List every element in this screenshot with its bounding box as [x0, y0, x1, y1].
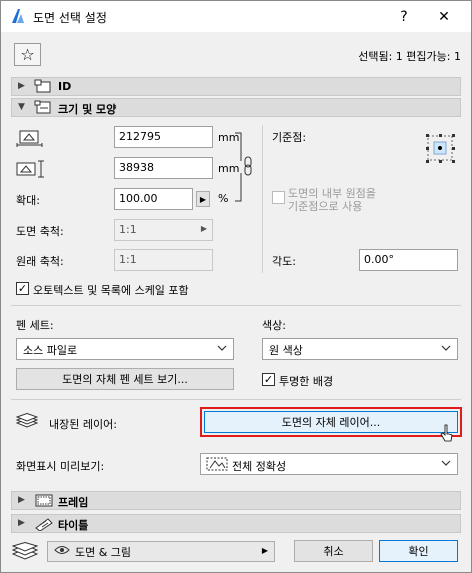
autotext-scale-label: 오토텍스트 및 목록에 스케일 포함: [33, 284, 189, 297]
preview-label: 화면표시 미리보기:: [16, 460, 105, 473]
pen-set-select[interactable]: 소스 파일로: [16, 338, 234, 360]
chevron-down-icon: [217, 343, 227, 353]
color-value: 원 색상: [269, 344, 303, 357]
section-size-shape-title: 크기 및 모양: [58, 103, 117, 116]
angle-input[interactable]: 0.00°: [359, 249, 458, 271]
section-id[interactable]: ▶ ID: [11, 77, 461, 96]
section-title[interactable]: ▶ 타이틀: [11, 514, 461, 533]
selection-count: 선택됨: 1 편집가능: 1: [358, 50, 461, 63]
section-frame-title: 프레임: [58, 496, 89, 509]
autotext-scale-checkbox[interactable]: ✓: [16, 282, 29, 295]
height-icon: [16, 160, 50, 181]
precision-icon: [206, 457, 228, 474]
frame-icon: [34, 493, 54, 508]
transparent-bg-checkbox[interactable]: ✓: [262, 373, 275, 386]
angle-label: 각도:: [272, 255, 296, 268]
scale-label: 확대:: [16, 194, 40, 207]
drawing-scale-select: 1:1 ▶: [114, 219, 213, 241]
proportion-lock-icon[interactable]: [233, 131, 255, 206]
original-scale-field: 1:1: [114, 249, 213, 271]
vertical-divider: [262, 125, 263, 273]
divider: [11, 305, 461, 306]
dialog-window: 도면 선택 설정 ? ✕ ☆ 선택됨: 1 편집가능: 1 ▶ ID ▼ 크기 …: [0, 0, 472, 573]
close-button[interactable]: ✕: [425, 1, 463, 32]
play-arrow-icon: ▶: [261, 546, 268, 555]
transparent-bg-label: 투명한 배경: [279, 375, 334, 388]
size-shape-icon: [34, 100, 54, 115]
archicad-logo-icon: [10, 8, 26, 24]
collapse-arrow-icon: ▼: [18, 102, 25, 112]
mouse-cursor-icon: [440, 424, 454, 447]
pen-set-value: 소스 파일로: [23, 344, 78, 357]
help-button[interactable]: ?: [385, 1, 423, 32]
checkmark-icon: ✓: [263, 373, 274, 386]
layer-combination-select[interactable]: 도면 & 그림 ▶: [47, 541, 275, 562]
window-title: 도면 선택 설정: [33, 11, 107, 25]
layer-combination-value: 도면 & 그림: [75, 545, 132, 559]
preview-value: 전체 정확성: [232, 460, 287, 473]
height-input[interactable]: 38938: [114, 157, 213, 179]
section-id-title: ID: [58, 80, 72, 93]
section-size-shape[interactable]: ▼ 크기 및 모양: [11, 98, 461, 117]
preview-select[interactable]: 전체 정확성: [200, 453, 458, 475]
play-arrow-icon: ▶: [200, 224, 207, 233]
original-scale-label: 원래 축척:: [16, 255, 64, 268]
section-frame[interactable]: ▶ 프레임: [11, 491, 461, 510]
use-origin-label: 도면의 내부 원점을 기준점으로 사용: [288, 187, 376, 213]
star-icon: ☆: [20, 45, 35, 64]
cancel-button[interactable]: 취소: [294, 540, 373, 562]
play-arrow-icon: ▶: [199, 194, 207, 204]
divider: [11, 399, 461, 400]
expand-arrow-icon: ▶: [18, 81, 25, 91]
ok-button[interactable]: 확인: [379, 540, 458, 562]
section-title-title: 타이틀: [58, 519, 89, 532]
width-icon: [16, 129, 44, 150]
scale-stepper-button[interactable]: ▶: [196, 191, 210, 207]
view-pen-set-button[interactable]: 도면의 자체 펜 세트 보기...: [16, 368, 234, 390]
chevron-down-icon: [441, 458, 451, 468]
favorites-star-button[interactable]: ☆: [14, 43, 41, 66]
use-origin-checkbox[interactable]: [272, 191, 285, 204]
scale-percent: %: [218, 192, 229, 205]
title-bar: 도면 선택 설정 ? ✕: [1, 1, 471, 32]
drawing-scale-label: 도면 축척:: [16, 225, 64, 238]
eye-icon: [54, 545, 70, 558]
layers-icon: [15, 412, 39, 432]
chevron-down-icon: [441, 343, 451, 353]
anchor-point-picker[interactable]: [423, 131, 457, 168]
title-icon: [34, 516, 54, 532]
id-icon: [34, 79, 54, 94]
pen-set-label: 펜 세트:: [16, 319, 54, 332]
checkmark-icon: ✓: [17, 282, 28, 295]
width-input[interactable]: 212795: [114, 126, 213, 148]
own-layers-button[interactable]: 도면의 자체 레이어...: [204, 411, 458, 433]
color-select[interactable]: 원 색상: [262, 338, 458, 360]
scale-input[interactable]: 100.00: [114, 188, 193, 210]
embedded-layers-label: 내장된 레이어:: [49, 418, 117, 431]
layer-stack-icon: [11, 541, 39, 563]
expand-arrow-icon: ▶: [18, 518, 25, 528]
expand-arrow-icon: ▶: [18, 495, 25, 505]
color-label: 색상:: [262, 319, 286, 332]
drawing-scale-value: 1:1: [119, 223, 137, 236]
anchor-label: 기준점:: [272, 131, 307, 144]
